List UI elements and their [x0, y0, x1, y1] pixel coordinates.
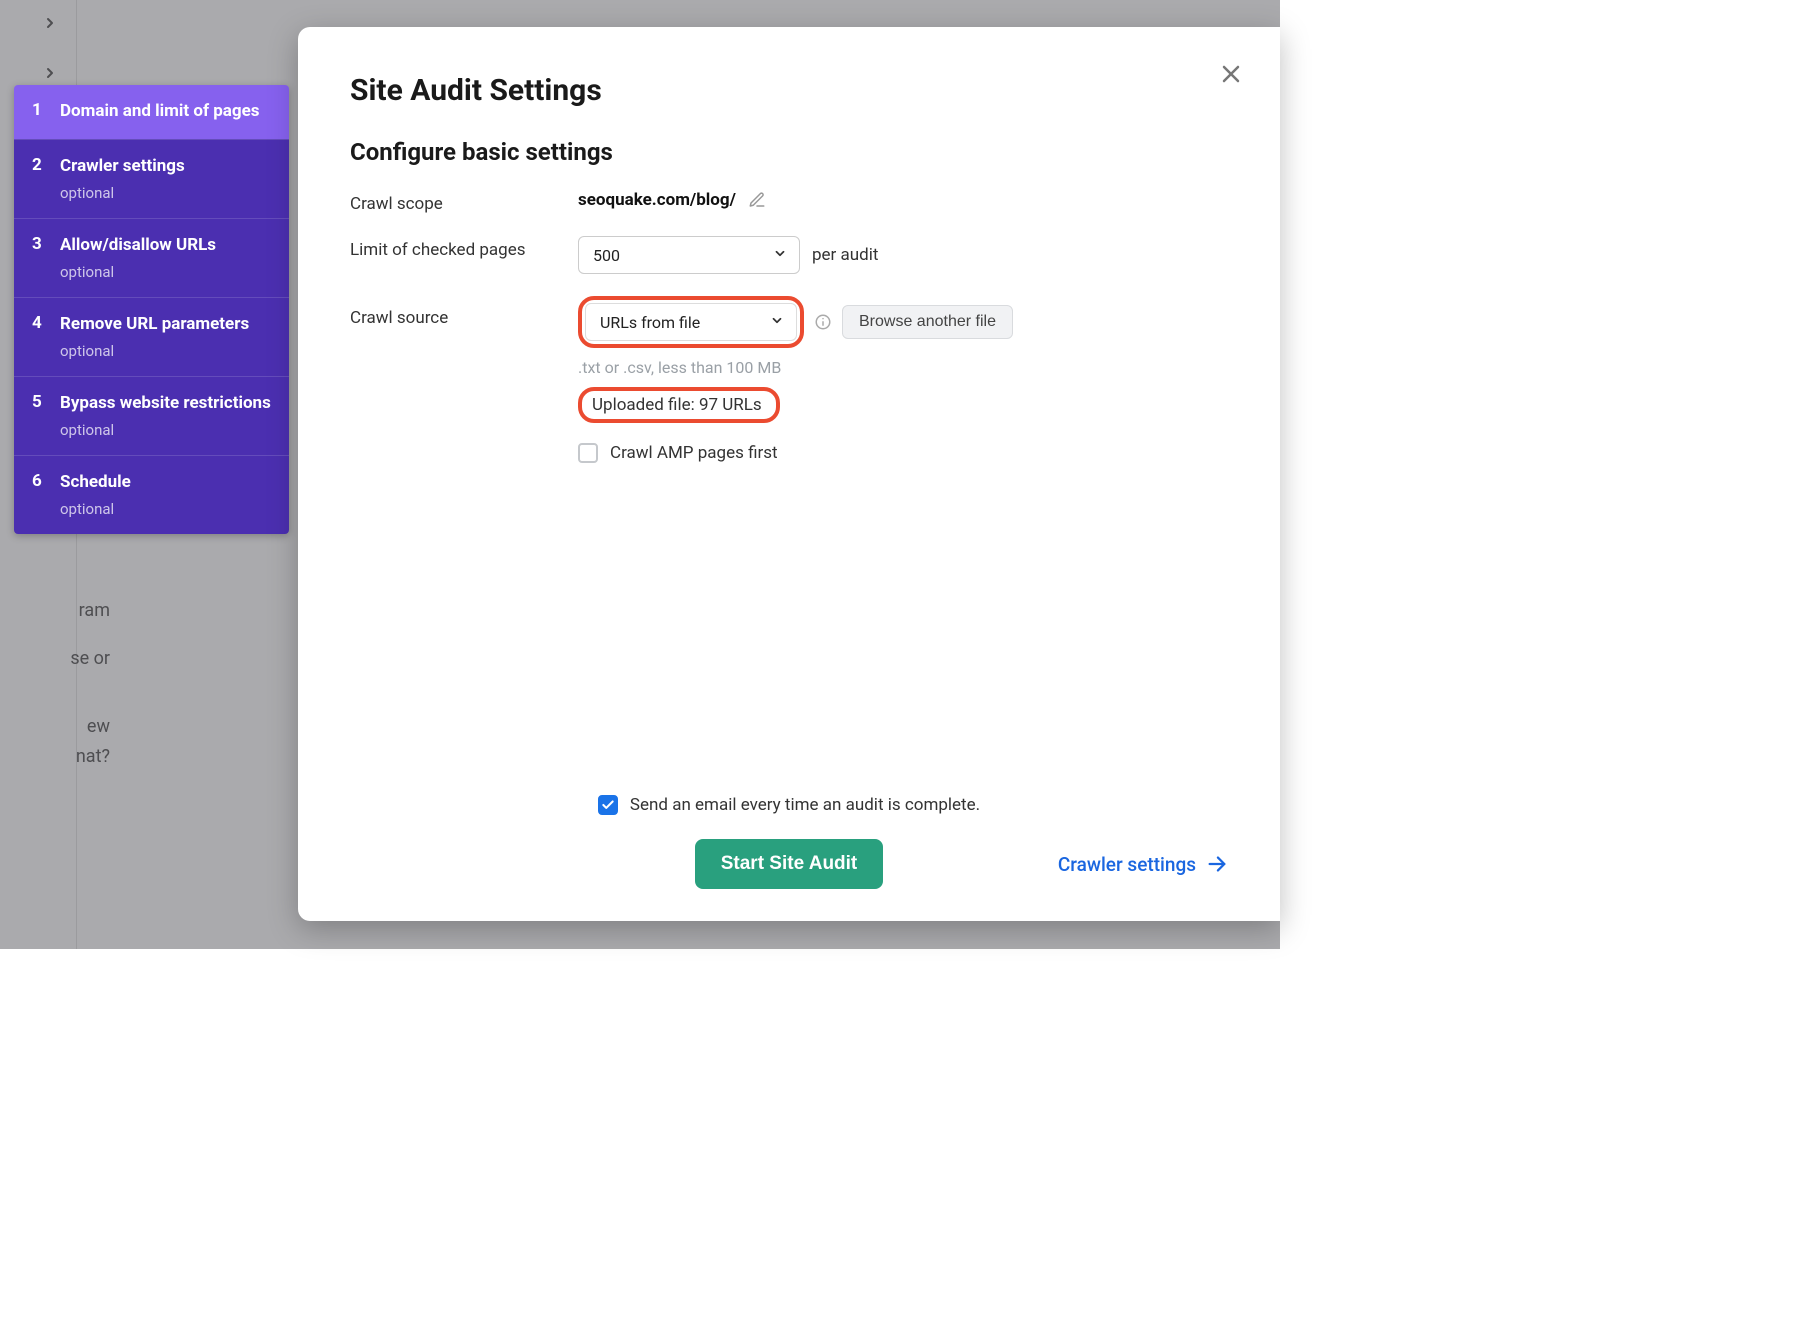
email-checkbox-row[interactable]: Send an email every time an audit is com…	[598, 795, 980, 815]
wizard-step-3[interactable]: 3 Allow/disallow URLsoptional	[14, 218, 289, 297]
step-optional-label: optional	[60, 494, 271, 518]
info-icon[interactable]	[814, 313, 832, 331]
step-title: Domain and limit of pages	[60, 100, 271, 123]
step-title: Allow/disallow URLs	[60, 234, 271, 257]
limit-pages-suffix: per audit	[812, 245, 878, 265]
step-optional-label: optional	[60, 178, 271, 202]
step-title: Crawler settings	[60, 155, 271, 178]
uploaded-file-text: Uploaded file: 97 URLs	[592, 395, 762, 415]
browse-file-button[interactable]: Browse another file	[842, 305, 1013, 339]
highlight-box-source: URLs from file	[578, 296, 804, 348]
edit-icon[interactable]	[748, 191, 766, 209]
checkbox-checked-icon	[598, 795, 618, 815]
crawl-source-value: URLs from file	[600, 313, 700, 332]
next-step-link[interactable]: Crawler settings	[1058, 853, 1228, 876]
label-crawl-scope: Crawl scope	[350, 190, 578, 214]
next-step-link-label: Crawler settings	[1058, 853, 1196, 876]
step-number: 5	[32, 392, 48, 439]
checkbox-unchecked-icon	[578, 443, 598, 463]
row-limit-pages: Limit of checked pages 500 per audit	[350, 236, 1228, 274]
settings-modal: Site Audit Settings Configure basic sett…	[298, 27, 1280, 921]
step-number: 1	[32, 100, 48, 123]
modal-title: Site Audit Settings	[350, 73, 1228, 108]
wizard-steps-panel: 1 Domain and limit of pages 2 Crawler setti…	[14, 85, 289, 534]
limit-pages-value: 500	[593, 246, 620, 265]
step-number: 3	[32, 234, 48, 281]
limit-pages-select[interactable]: 500	[578, 236, 800, 274]
chevron-down-icon	[770, 313, 784, 332]
chevron-down-icon	[773, 246, 787, 265]
step-number: 4	[32, 313, 48, 360]
wizard-step-6[interactable]: 6 Scheduleoptional	[14, 455, 289, 534]
step-title: Bypass website restrictions	[60, 392, 271, 415]
file-hint-text: .txt or .csv, less than 100 MB	[578, 358, 781, 377]
step-number: 6	[32, 471, 48, 518]
row-crawl-source: Crawl source URLs from file Br	[350, 296, 1228, 463]
label-limit-pages: Limit of checked pages	[350, 236, 578, 260]
wizard-step-1[interactable]: 1 Domain and limit of pages	[14, 85, 289, 139]
wizard-step-5[interactable]: 5 Bypass website restrictionsoptional	[14, 376, 289, 455]
arrow-right-icon	[1206, 853, 1228, 875]
start-audit-button[interactable]: Start Site Audit	[695, 839, 884, 889]
step-optional-label: optional	[60, 415, 271, 439]
amp-checkbox-label: Crawl AMP pages first	[610, 443, 778, 463]
step-optional-label: optional	[60, 336, 271, 360]
amp-checkbox-row[interactable]: Crawl AMP pages first	[578, 443, 778, 463]
wizard-step-4[interactable]: 4 Remove URL parametersoptional	[14, 297, 289, 376]
step-number: 2	[32, 155, 48, 202]
step-title: Schedule	[60, 471, 271, 494]
close-button[interactable]	[1214, 57, 1248, 91]
row-crawl-scope: Crawl scope seoquake.com/blog/	[350, 190, 1228, 214]
step-optional-label: optional	[60, 257, 271, 281]
wizard-step-2[interactable]: 2 Crawler settingsoptional	[14, 139, 289, 218]
crawl-source-select[interactable]: URLs from file	[585, 303, 797, 341]
label-crawl-source: Crawl source	[350, 296, 578, 328]
modal-subtitle: Configure basic settings	[350, 138, 1228, 166]
email-checkbox-label: Send an email every time an audit is com…	[630, 795, 980, 815]
step-title: Remove URL parameters	[60, 313, 271, 336]
highlight-box-uploaded: Uploaded file: 97 URLs	[578, 387, 780, 423]
crawl-scope-value: seoquake.com/blog/	[578, 190, 736, 210]
